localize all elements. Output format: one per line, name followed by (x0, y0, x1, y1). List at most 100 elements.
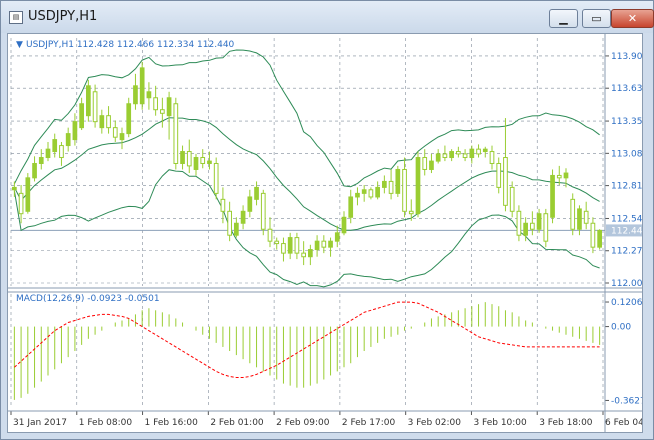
macd-tick-label: -0.3627 (611, 396, 642, 406)
current-price-label: 112.440 (611, 226, 642, 236)
collapse-arrow-icon[interactable]: ▼ (16, 40, 23, 50)
candle-body (361, 189, 367, 194)
candle-body (180, 151, 185, 164)
candle-body (556, 174, 562, 179)
time-label: 1 Feb 08:00 (79, 418, 133, 428)
candle-body (12, 186, 17, 191)
candle-body (462, 153, 468, 159)
candle-body (442, 153, 448, 159)
candle-body (294, 237, 300, 254)
main-chart-label: USDJPY,H1 112.428 112.466 112.334 112.44… (26, 40, 235, 50)
candles (12, 61, 602, 266)
candle-body (583, 210, 589, 224)
candle-body (301, 252, 306, 258)
candle-body (72, 121, 78, 141)
candle-body (402, 168, 407, 212)
macd-histogram (13, 301, 601, 400)
candle-body (92, 91, 98, 123)
candle-body (523, 222, 528, 236)
candle-body (509, 186, 515, 212)
candle-body (260, 192, 266, 230)
price-tick-label: 112.270 (611, 247, 642, 257)
candle-body (207, 160, 212, 164)
candle-body (536, 213, 542, 230)
candle-body (160, 109, 165, 114)
maximize-button[interactable]: ▭ (582, 9, 611, 28)
candle-body (308, 249, 313, 258)
candle-body (52, 139, 58, 153)
macd-tick-label: 0.00 (611, 323, 631, 333)
candle-body (220, 198, 226, 212)
candle-body (247, 196, 253, 212)
candle-body (375, 186, 380, 198)
candle-body (489, 151, 495, 164)
price-tick-label: 112.815 (611, 182, 642, 192)
candle-body (597, 229, 602, 248)
candle-body (65, 133, 71, 147)
price-tick-label: 113.630 (611, 84, 642, 94)
candle-body (86, 85, 91, 117)
candle-body (449, 151, 454, 159)
candle-body (274, 240, 280, 245)
time-label: 3 Feb 02:00 (408, 418, 462, 428)
candle-body (563, 172, 569, 179)
candle-body (341, 216, 347, 234)
candle-body (173, 103, 179, 164)
bollinger-bands (13, 49, 600, 288)
candle-body (153, 97, 158, 111)
candle-body (422, 157, 428, 170)
candle-body (166, 97, 172, 117)
minimize-button[interactable]: ▁ (549, 9, 578, 28)
candle-body (59, 145, 64, 159)
candle-body (476, 148, 481, 155)
time-label: 3 Feb 10:00 (473, 418, 527, 428)
candle-body (570, 198, 576, 230)
candle-body (577, 208, 582, 230)
candle-body (408, 210, 414, 215)
candle-body (482, 148, 488, 153)
macd-tick-label: 0.1206 (611, 298, 642, 308)
candle-body (267, 228, 273, 242)
candle-body (139, 67, 145, 105)
candle-body (254, 186, 259, 200)
chart-window-icon: ▤ (9, 11, 23, 24)
candle-body (119, 133, 125, 141)
grid (10, 38, 605, 406)
candle-body (79, 103, 84, 129)
macd-label: MACD(12,26,9) -0.0923 -0.0501 (16, 294, 160, 304)
candle-body (234, 222, 239, 236)
candle-body (543, 213, 549, 242)
candle-body (112, 127, 118, 138)
candle-body (355, 192, 360, 198)
price-tick-label: 113.085 (611, 149, 642, 159)
time-label: 2 Feb 09:00 (276, 418, 330, 428)
candle-body (106, 115, 111, 129)
close-button[interactable]: ✕ (611, 9, 654, 28)
candle-body (287, 237, 293, 254)
candle-body (45, 148, 51, 159)
price-chart-svg[interactable]: 31 Jan 2017 1 Feb 08:00 1 Feb 16:00 2 Feb 0… (8, 34, 654, 432)
candle-body (314, 240, 320, 251)
candle-body (321, 240, 327, 248)
candle-body (32, 162, 37, 179)
candle-body (368, 189, 374, 198)
candle-body (550, 174, 555, 218)
chart-area[interactable]: 31 Jan 2017 1 Feb 08:00 1 Feb 16:00 2 Feb 0… (7, 33, 654, 433)
candle-body (388, 180, 394, 194)
title-bar[interactable]: ▤ USDJPY,H1 ▁ ▭ ✕ (1, 1, 654, 33)
candle-body (456, 151, 461, 155)
chart-window: ▤ USDJPY,H1 ▁ ▭ ✕ 31 Jan 2017 1 Feb 08:00… (0, 0, 654, 440)
candle-body (126, 103, 132, 135)
candle-body (186, 151, 192, 167)
candle-body (281, 243, 286, 254)
candle-body (200, 157, 206, 164)
candle-body (99, 115, 105, 129)
candle-body (334, 232, 340, 242)
candle-body (429, 160, 434, 170)
candle-body (18, 192, 24, 215)
candle-body (227, 210, 232, 236)
candle-body (25, 177, 31, 212)
candle-body (503, 157, 508, 206)
candle-body (382, 180, 387, 188)
candle-body (530, 222, 535, 230)
